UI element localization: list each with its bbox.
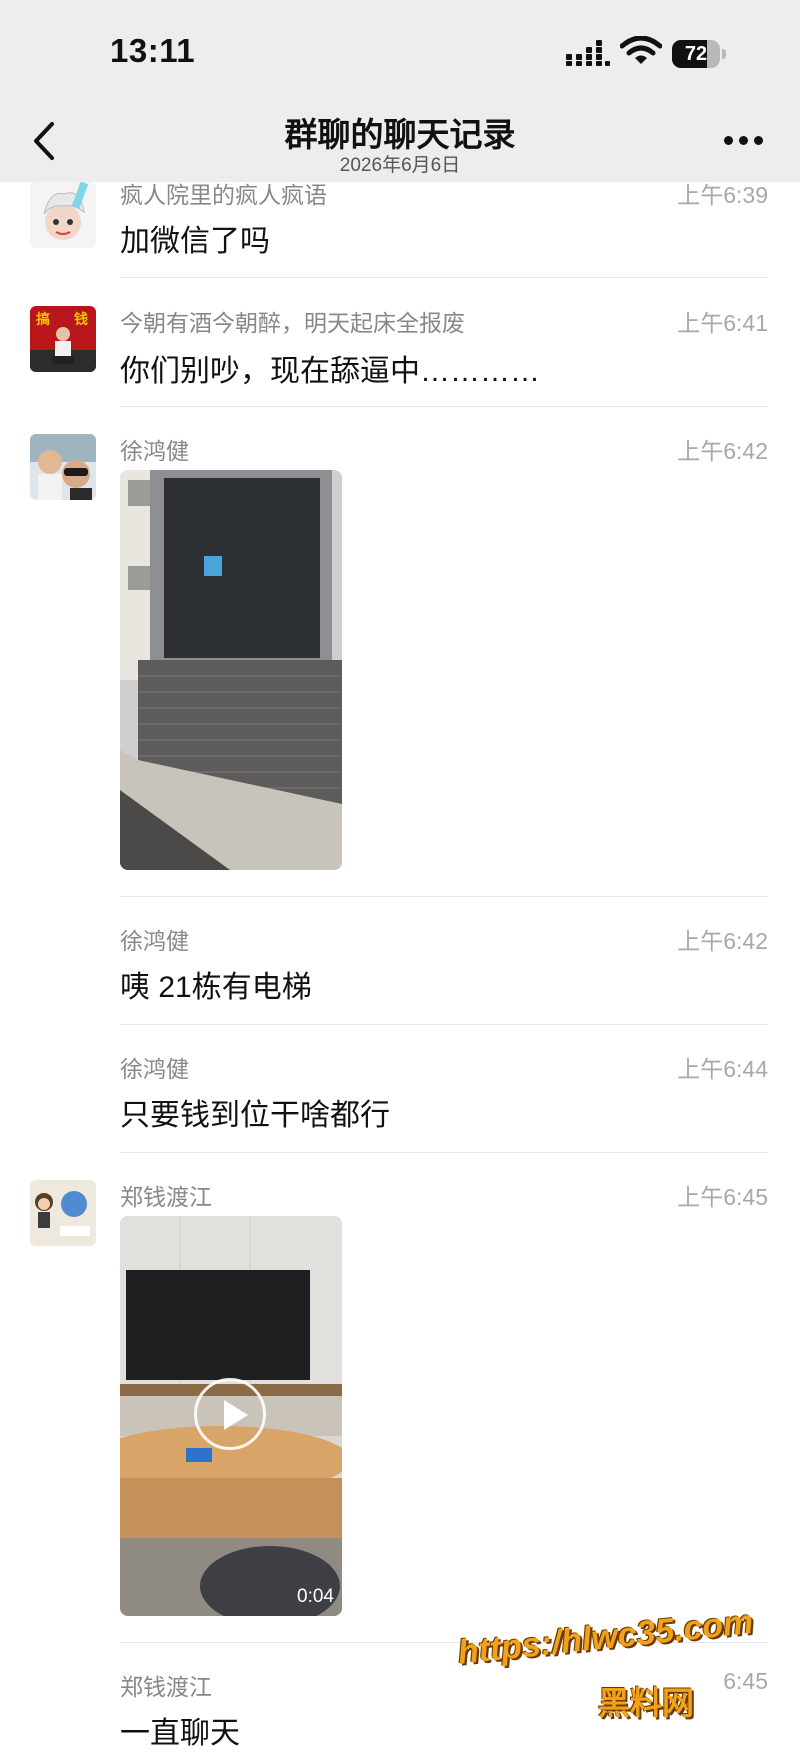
message-text: 加微信了吗 — [120, 225, 270, 258]
message-text: 咦 21栋有电梯 — [120, 971, 312, 1004]
avatar[interactable] — [30, 434, 96, 500]
sender-name: 郑钱渡江 — [120, 1184, 212, 1210]
message-time: 上午6:44 — [677, 1056, 768, 1082]
sender-name: 徐鸿健 — [120, 438, 189, 464]
video-message[interactable]: 0:04 — [120, 1216, 342, 1616]
message-text: 一直聊天 — [120, 1717, 240, 1750]
video-duration: 0:04 — [297, 1586, 334, 1607]
divider — [120, 406, 768, 407]
message-time: 上午6:41 — [677, 310, 768, 336]
nav-bar: 群聊的聊天记录 2026年6月6日 — [0, 100, 800, 182]
divider — [120, 1642, 768, 1643]
sender-name: 郑钱渡江 — [120, 1674, 212, 1700]
signal-icon — [566, 40, 610, 66]
sender-name: 今朝有酒今朝醉，明天起床全报废 — [120, 310, 465, 336]
image-message[interactable] — [120, 470, 342, 870]
wifi-icon — [620, 36, 662, 64]
page-subtitle-date: 2026年6月6日 — [339, 155, 461, 176]
divider — [120, 1152, 768, 1153]
message-time: 上午6:39 — [677, 182, 768, 208]
sender-name: 徐鸿健 — [120, 928, 189, 954]
battery-indicator: 72 — [672, 40, 726, 68]
avatar[interactable] — [30, 1180, 96, 1246]
divider — [120, 277, 768, 278]
message-text: 你们别吵，现在舔逼中………… — [120, 355, 540, 388]
svg-text:搞: 搞 — [36, 311, 50, 328]
svg-text:钱: 钱 — [74, 311, 88, 328]
avatar[interactable] — [30, 182, 96, 248]
sender-name: 疯人院里的疯人疯语 — [120, 182, 327, 208]
avatar[interactable]: 搞 钱 — [30, 306, 96, 372]
divider — [120, 896, 768, 897]
message-time: 上午6:42 — [677, 928, 768, 954]
message-text: 只要钱到位干啥都行 — [120, 1099, 390, 1132]
more-options-icon[interactable] — [724, 136, 764, 148]
message-time: 上午6:45 — [677, 1184, 768, 1210]
message-time: 上午6:42 — [677, 438, 768, 464]
battery-percent: 72 — [684, 43, 708, 65]
status-bar: 13:11 72 — [0, 0, 800, 100]
divider — [120, 1024, 768, 1025]
play-icon[interactable] — [194, 1378, 266, 1450]
status-time: 13:11 — [110, 32, 196, 69]
message-time: 6:45 — [723, 1668, 768, 1694]
watermark-name: 黑料网 — [598, 1685, 695, 1721]
page-title: 群聊的聊天记录 — [284, 116, 516, 153]
sender-name: 徐鸿健 — [120, 1056, 189, 1082]
watermark-url: https:/hlwc35.com — [456, 1602, 755, 1672]
